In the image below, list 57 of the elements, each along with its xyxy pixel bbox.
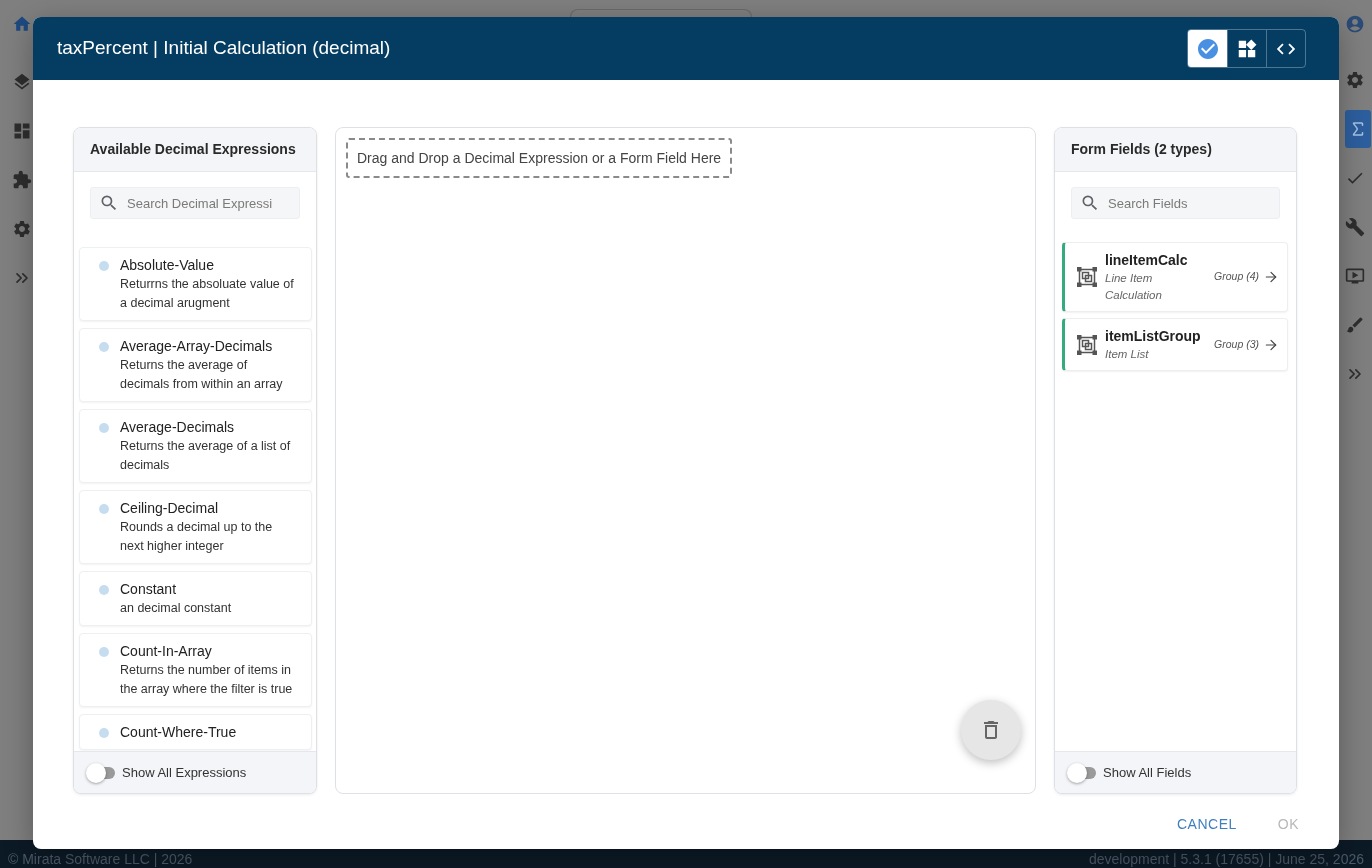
layers-icon[interactable] [12,71,32,92]
expression-card[interactable]: Average-Decimals Returns the average of a list of decimals [79,409,312,483]
group-icon [1077,267,1097,287]
expression-card[interactable]: Absolute-Value Returrns the absoluate value of a decimal arugment [79,247,312,321]
copyright-text: © Mirata Software LLC | 2026 [8,851,193,867]
field-label: Line Item Calculation [1105,271,1163,303]
home-icon[interactable] [12,14,32,34]
expression-card[interactable]: Constant an decimal constant [79,571,312,626]
toggle-switch[interactable] [1067,762,1097,783]
toggle-label: Show All Expressions [122,763,247,782]
field-label: Item List [1105,347,1150,362]
search-field[interactable]: Search Fields [1071,187,1280,219]
expression-description: an decimal constant [120,600,232,617]
expression-name: Absolute-Value [120,256,215,275]
field-type: Group (4) [1214,269,1259,285]
expression-description: Returns the average of decimals from within an array [120,357,284,393]
expression-card[interactable]: Count-Where-True [79,714,312,750]
puzzle-icon[interactable] [12,169,32,190]
search-icon [99,193,119,213]
settings-icon[interactable] [1345,69,1365,90]
expression-name: Constant [120,580,178,599]
expression-name: Average-Array-Decimals [120,337,274,356]
expression-card[interactable]: Count-In-Array Returns the number of items in the array where the filter is true [79,633,312,707]
expression-card[interactable]: Ceiling-Decimal Rounds a decimal up to the next higher integer [79,490,312,564]
shapes-grid-icon [1236,37,1258,60]
field-name: itemListGroup [1105,327,1201,346]
wrench-icon[interactable] [1345,216,1365,237]
expression-name: Ceiling-Decimal [120,499,220,518]
search-field[interactable]: Search Decimal Expressi [90,187,300,219]
panel-title: Form Fields (2 types) [1071,140,1212,159]
group-icon [1077,334,1097,355]
expression-description: Returrns the absoluate value of a decimal arugment [120,276,295,312]
expression-name: Count-Where-True [120,723,237,742]
toggle-switch[interactable] [86,762,116,783]
settings-icon[interactable] [12,218,32,239]
sigma-button[interactable] [1345,109,1371,148]
panel-title: Available Decimal Expressions [90,140,296,159]
cancel-button[interactable]: CANCEL [1168,806,1245,842]
expression-name: Count-In-Array [120,642,213,661]
delete-button[interactable] [961,700,1021,760]
drop-zone[interactable]: Drag and Drop a Decimal Expression or a Form Field Here [346,138,733,178]
search-icon [1080,193,1100,213]
expression-description: Rounds a decimal up to the next higher integer [120,519,274,555]
expression-description: Returns the number of items in the array where the filter is true [120,662,294,698]
brush-icon[interactable] [1345,314,1365,335]
field-name: lineItemCalc [1105,251,1189,270]
expression-card[interactable]: Average-Array-Decimals Returns the average of decimals from within an array [79,328,312,402]
arrow-right-icon [1263,269,1279,285]
dialog-title: taxPercent | Initial Calculation (decimal) [57,36,391,61]
user-avatar-icon[interactable] [1345,14,1365,34]
toggle-label: Show All Fields [1103,763,1192,782]
expression-name: Average-Decimals [120,418,236,437]
field-card[interactable]: itemListGroup Item List Group (3) [1062,318,1288,371]
version-text: development | 5.3.1 (17655) | June 25, 2026 [1088,851,1364,867]
field-type: Group (3) [1214,336,1259,352]
expression-description: Returns the average of a list of decimals [120,438,292,474]
field-card[interactable]: lineItemCalc Line Item Calculation Group (4) [1062,242,1288,312]
